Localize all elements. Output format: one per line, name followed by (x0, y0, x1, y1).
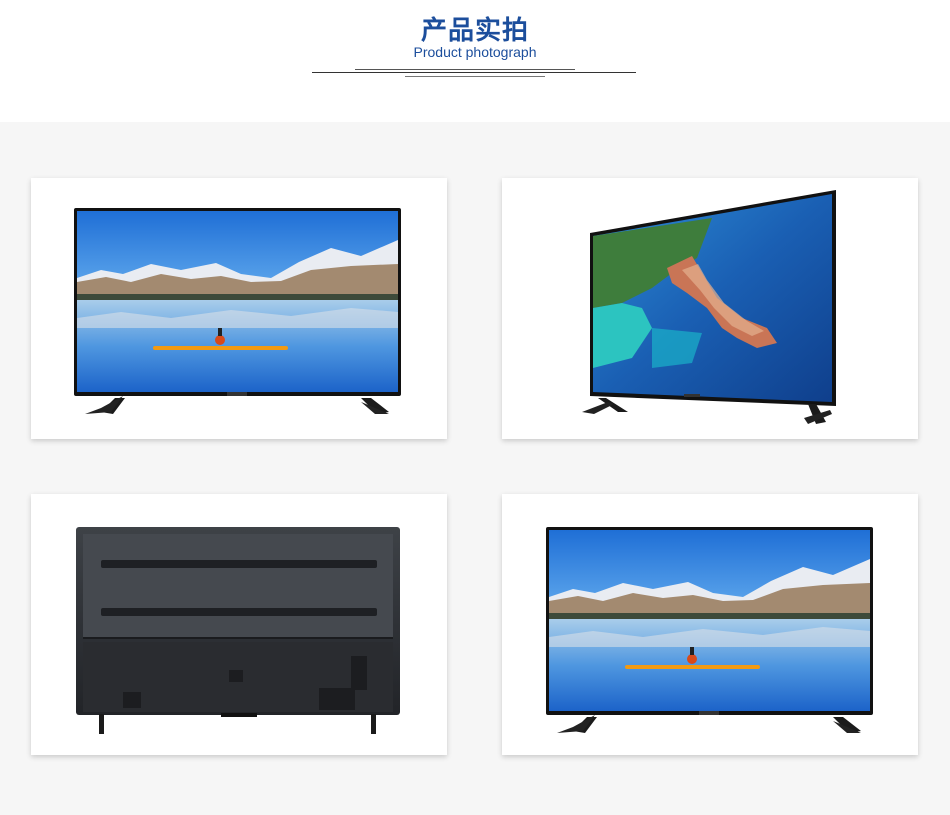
tv-front-image-2 (546, 527, 873, 733)
product-photo-front-2 (502, 494, 918, 755)
product-photo-back (31, 494, 447, 755)
product-photo-front (31, 178, 447, 439)
tv-angled-image (582, 190, 836, 424)
section-title: 产品实拍 (420, 16, 529, 46)
title-underline-accent (355, 69, 575, 70)
title-underline-short (405, 76, 545, 77)
tv-front-image (74, 208, 401, 414)
page-header: 产品实拍 Product photograph (0, 0, 950, 122)
section-subtitle: Product photograph (413, 44, 537, 60)
product-photo-angled (502, 178, 918, 439)
tv-back-image (76, 527, 400, 734)
photo-gallery (0, 122, 950, 815)
title-underline (312, 72, 636, 73)
